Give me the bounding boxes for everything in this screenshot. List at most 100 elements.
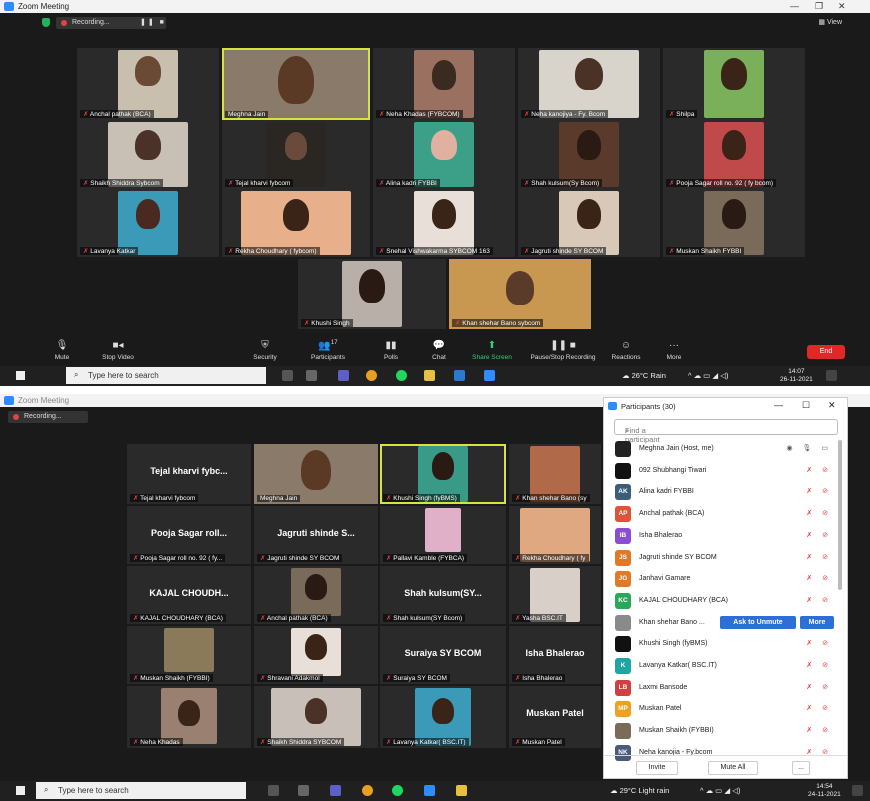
video-tile[interactable]: KAJAL CHOUDH... ✗ KAJAL CHOUDHARY (BCA) [127,566,251,624]
participant-row[interactable]: Meghna Jain (Host, me) ◉ 🎙 ▭ [604,438,836,460]
stop-video-button[interactable]: ■◂ Stop Video [88,340,148,361]
recording-indicator[interactable]: Recording... ❚❚ ■ [56,17,166,29]
maximize-icon[interactable]: ☐ [802,400,810,411]
invite-button[interactable]: Invite [636,761,678,775]
video-tile[interactable]: ✗ Jagruti shinde SY BCOM [518,189,660,257]
participant-row[interactable]: IB Isha Bhalerao ✗ ⊘ [604,525,836,547]
video-tile[interactable]: ✗ Alina kadri FYBBI [373,120,515,189]
windows-start-icon[interactable] [16,371,25,380]
photos-icon[interactable] [454,370,465,381]
zoom-taskbar-icon[interactable] [424,785,435,796]
video-tile[interactable]: ✗ Pallavi Kamble (FYBCA) [380,506,506,564]
spotify-icon[interactable] [396,370,407,381]
share-screen-button[interactable]: ⬆ Share Screen [462,340,522,361]
video-tile[interactable]: ✗ Rekha Choudhary ( fybcom) [222,189,370,257]
system-tray-icons[interactable]: ^ ☁ ▭ ◢ ◁) [700,786,740,795]
taskbar-search-box[interactable]: ⌕ Type here to search [36,782,246,799]
weather-widget[interactable]: ☁ 26°C Rain [622,371,666,380]
chrome-icon[interactable] [366,370,377,381]
video-tile[interactable]: ✗ Rekha Choudhary ( fy [509,506,601,564]
notifications-icon[interactable] [852,785,863,796]
video-tile[interactable]: ✗ Khan shehar Bano sybcom [449,259,591,329]
video-tile[interactable]: ✗ Shaikh Shiddra Sybcom [77,120,219,189]
participant-row[interactable]: Muskan Shaikh (FYBBI) ✗ ⊘ [604,720,836,742]
zoom-taskbar-icon[interactable] [484,370,495,381]
video-tile[interactable]: ✗ Lavanya Katkar [77,189,219,257]
video-tile[interactable]: Suraiya SY BCOM ✗ Suraiya SY BCOM [380,626,506,684]
video-tile[interactable]: ✗ Anchal pathak (BCA) [77,48,219,120]
minimize-icon[interactable]: — [774,400,783,410]
weather-widget[interactable]: ☁ 29°C Light rain [610,786,669,795]
close-icon[interactable]: ✕ [828,400,836,411]
participant-row[interactable]: AK Alina kadri FYBBI ✗ ⊘ [604,481,836,503]
spotify-icon[interactable] [392,785,403,796]
video-tile[interactable]: Meghna Jain [254,444,378,504]
video-tile[interactable]: Muskan Patel ✗ Muskan Patel [509,686,601,748]
more-button[interactable]: ··· More [644,340,704,361]
mute-all-button[interactable]: Mute All [708,761,758,775]
clock[interactable]: 14:54 24-11-2021 [808,783,841,799]
windows-start-icon[interactable] [16,786,25,795]
participant-row[interactable]: Khan shehar Bano ... Ask to Unmute More [604,612,836,634]
ask-to-unmute-button[interactable]: Ask to Unmute [720,615,796,629]
more-options-button[interactable]: ... [792,761,810,775]
video-tile[interactable]: ✗ Yasha BSC.IT [509,566,601,624]
video-tile[interactable]: ✗ Shaikh Shiddra SYBCOM [254,686,378,748]
video-tile[interactable]: ✗ Shilpa [663,48,805,120]
video-tile[interactable]: ✗ Shravani Adakmol [254,626,378,684]
video-tile[interactable]: Pooja Sagar roll... ✗ Pooja Sagar roll n… [127,506,251,564]
video-tile[interactable]: ✗ Tejal kharvi fybcom [222,120,370,189]
video-tile[interactable]: ✗ Lavanya Katkar( BSC.IT) [380,686,506,748]
video-tile[interactable]: Shah kulsum(SY... ✗ Shah kulsum(SY Bcom) [380,566,506,624]
video-tile[interactable]: ✗ Neha kanojiya - Fy. Bcom [518,48,660,120]
file-icon[interactable] [298,785,309,796]
video-tile[interactable]: Tejal kharvi fybc... ✗ Tejal kharvi fybc… [127,444,251,504]
participants-button[interactable]: 👥17 Participants [298,340,358,361]
teams-icon[interactable] [338,370,349,381]
participants-scrollbar[interactable] [838,440,842,590]
video-tile-active-speaker[interactable]: ✗ Khushi Singh (fyBMS) [380,444,506,504]
video-tile[interactable]: ✗ Snehal Vishwakarma SYBCOM 163 [373,189,515,257]
participant-row[interactable]: K Lavanya Katkar( BSC.IT) ✗ ⊘ [604,655,836,677]
end-meeting-button[interactable]: End [807,345,845,359]
security-button[interactable]: ⛨ Security [235,340,295,361]
participant-row[interactable]: KC KAJAL CHOUDHARY (BCA) ✗ ⊘ [604,590,836,612]
participant-row[interactable]: MP Muskan Patel ✗ ⊘ [604,698,836,720]
file-icon[interactable] [306,370,317,381]
file-explorer-icon[interactable] [456,785,467,796]
file-explorer-icon[interactable] [424,370,435,381]
video-tile[interactable]: ✗ Neha Khadas [127,686,251,748]
taskbar-search-box[interactable]: ⌕ Type here to search [66,367,266,384]
video-tile-active-speaker[interactable]: Meghna Jain [222,48,370,120]
notifications-icon[interactable] [826,370,837,381]
video-tile[interactable]: ✗ Anchal pathak (BCA) [254,566,378,624]
video-tile[interactable]: Isha Bhalerao ✗ Isha Bhalerao [509,626,601,684]
view-button[interactable]: ▦ View [818,18,842,26]
participant-row[interactable]: Khushi Singh (fyBMS) ✗ ⊘ [604,633,836,655]
video-tile[interactable]: ✗ Shah kulsum(Sy Bcom) [518,120,660,189]
video-tile[interactable]: ✗ Muskan Shaikh FYBBI [663,189,805,257]
participant-row[interactable]: LB Laxmi Bansode ✗ ⊘ [604,677,836,699]
participant-row[interactable]: JS Jagruti shinde SY BCOM ✗ ⊘ [604,547,836,569]
teams-icon[interactable] [330,785,341,796]
minimize-icon[interactable]: — [790,1,799,11]
pause-stop-icons[interactable]: ❚❚ ■ [140,18,166,26]
recording-indicator[interactable]: Recording... [8,411,88,423]
participant-row[interactable]: AP Anchal pathak (BCA) ✗ ⊘ [604,503,836,525]
system-tray-icons[interactable]: ^ ☁ ▭ ◢ ◁) [688,371,728,380]
video-tile[interactable]: ✗ Neha Khadas (FYBCOM) [373,48,515,120]
video-tile[interactable]: ✗ Muskan Shaikh (FYBBI) [127,626,251,684]
close-icon[interactable]: ✕ [838,1,846,12]
participant-more-button[interactable]: More [800,615,834,629]
participant-row[interactable]: 092 Shubhangi Tiwari ✗ ⊘ [604,460,836,482]
task-view-icon[interactable] [282,370,293,381]
video-tile[interactable]: ✗ Khushi Singh [298,259,446,329]
maximize-icon[interactable]: ❐ [815,1,823,12]
mute-button[interactable]: 🎙 Mute [32,340,92,361]
participant-search-input[interactable]: ⌕ Find a participant [614,419,838,444]
video-tile[interactable]: Jagruti shinde S... ✗ Jagruti shinde SY … [254,506,378,564]
participant-row[interactable]: JG Janhavi Gamare ✗ ⊘ [604,568,836,590]
chrome-icon[interactable] [362,785,373,796]
video-tile[interactable]: ✗ Khan shehar Bano (sy [509,444,601,504]
chat-button[interactable]: 💬 Chat [409,340,469,361]
